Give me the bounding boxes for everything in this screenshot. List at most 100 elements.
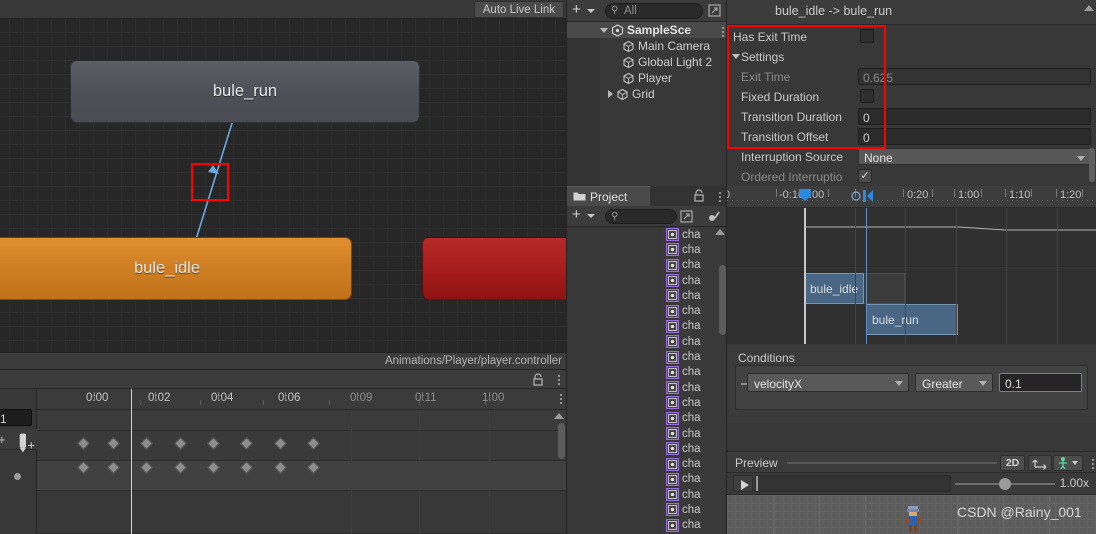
project-asset-item[interactable]: cha: [662, 380, 727, 395]
animation-ruler-menu-icon[interactable]: [560, 392, 562, 406]
inspector-pane: bule_idle -> bule_run Has Exit Time Sett…: [726, 0, 1096, 534]
lock-icon[interactable]: [532, 373, 544, 386]
animation-vertical-scrollbar[interactable]: [558, 423, 565, 459]
animator-graph-canvas[interactable]: bule_run bule_idle Ex: [0, 19, 566, 352]
exit-time-field[interactable]: 0.625: [858, 68, 1091, 85]
create-asset-icon[interactable]: +: [572, 207, 581, 223]
project-asset-item[interactable]: cha: [662, 334, 727, 349]
hierarchy-search-input[interactable]: ⚲ All: [605, 3, 703, 19]
chevron-down-icon[interactable]: [600, 27, 608, 33]
transition-timeline[interactable]: 0 -0:10 :00 0:20 1:00 1:10 1:20: [727, 186, 1096, 344]
project-asset-item[interactable]: cha: [662, 303, 727, 318]
transition-offset-field[interactable]: 0: [858, 128, 1091, 145]
condition-parameter-dropdown[interactable]: velocityX: [747, 373, 909, 392]
transition-timeline-body[interactable]: bule_idle bule_run: [727, 208, 1096, 344]
hierarchy-item-global-light[interactable]: Global Light 2: [567, 54, 727, 70]
project-asset-item[interactable]: cha: [662, 319, 727, 334]
tab-project[interactable]: Project: [567, 186, 650, 206]
ruler-label: 1:10: [1009, 189, 1031, 201]
project-asset-item[interactable]: cha: [662, 395, 727, 410]
timeline-clip-bule-idle-tail[interactable]: [864, 273, 905, 304]
project-asset-list[interactable]: cha cha cha cha cha cha cha cha cha cha cha cha cha c…: [662, 227, 727, 534]
lock-icon[interactable]: [693, 189, 705, 202]
animation-playhead[interactable]: [131, 389, 132, 534]
project-asset-item[interactable]: cha: [662, 288, 727, 303]
animator-toolbar: Auto Live Link: [0, 0, 566, 19]
project-menu-icon[interactable]: [719, 190, 721, 204]
preview-canvas[interactable]: CSDN @Rainy_001: [727, 495, 1096, 534]
project-asset-item[interactable]: cha: [662, 258, 727, 273]
project-asset-label: cha: [682, 412, 701, 425]
preview-pivot-icon[interactable]: [1028, 455, 1052, 471]
animation-menu-icon[interactable]: [558, 373, 560, 387]
state-node-bule-run[interactable]: bule_run: [70, 60, 420, 123]
conditions-title: Conditions: [738, 351, 795, 365]
add-keyframe-icon[interactable]: +: [15, 432, 37, 454]
project-folder-tree[interactable]: [567, 227, 662, 534]
ruler-label: 0:06: [278, 392, 301, 404]
project-asset-item[interactable]: cha: [662, 487, 727, 502]
project-vertical-scrollbar[interactable]: [719, 265, 726, 335]
project-asset-label: cha: [682, 228, 701, 241]
preview-speed-knob[interactable]: [999, 478, 1011, 490]
time-marker-icon[interactable]: [798, 188, 812, 201]
play-button[interactable]: [733, 475, 753, 492]
hierarchy-item-main-camera[interactable]: Main Camera: [567, 38, 727, 54]
property-ordered-interruption[interactable]: Ordered Interruptio ✓: [727, 167, 1096, 187]
sprite-icon: [666, 365, 679, 379]
create-gameobject-icon[interactable]: +: [572, 2, 581, 18]
chevron-down-icon[interactable]: [587, 214, 595, 218]
hierarchy-item-player[interactable]: Player: [567, 70, 727, 86]
chevron-right-icon[interactable]: [608, 90, 613, 98]
project-asset-item[interactable]: cha: [662, 441, 727, 456]
condition-comparison-dropdown[interactable]: Greater: [915, 373, 993, 392]
scroll-up-arrow-icon[interactable]: [1084, 5, 1094, 11]
add-property-icon[interactable]: +: [0, 432, 6, 447]
project-asset-item[interactable]: cha: [662, 242, 727, 257]
animation-ruler[interactable]: 0:00 0:02 0:04 0:06 0:09 0:11 1:00: [37, 389, 566, 410]
expand-window-icon[interactable]: [679, 209, 694, 224]
search-icon: ⚲: [611, 211, 619, 222]
project-asset-item[interactable]: cha: [662, 456, 727, 471]
project-asset-item[interactable]: cha: [662, 349, 727, 364]
transition-markers-icon[interactable]: [851, 189, 875, 203]
project-asset-item[interactable]: cha: [662, 411, 727, 426]
project-asset-item[interactable]: cha: [662, 518, 727, 533]
transition-duration-field[interactable]: 0: [858, 108, 1091, 125]
interruption-source-dropdown[interactable]: None: [858, 148, 1091, 165]
state-node-bule-idle[interactable]: bule_idle: [0, 237, 352, 300]
preview-scrubber-track[interactable]: [755, 475, 951, 492]
preview-2d-toggle[interactable]: 2D: [1000, 455, 1025, 471]
preview-avatar-dropdown[interactable]: [1053, 455, 1083, 471]
transition-ruler[interactable]: 0 -0:10 :00 0:20 1:00 1:10 1:20: [727, 186, 1096, 208]
hierarchy-item-grid[interactable]: Grid: [567, 86, 727, 102]
scene-menu-icon[interactable]: [722, 25, 724, 39]
scroll-up-arrow-icon[interactable]: [715, 229, 725, 235]
ordered-interruption-checkbox[interactable]: ✓: [858, 169, 872, 183]
project-search-input[interactable]: ⚲: [605, 209, 677, 224]
project-asset-item[interactable]: cha: [662, 365, 727, 380]
inspector-vertical-scrollbar[interactable]: [1089, 148, 1095, 182]
timeline-clip-bule-run[interactable]: bule_run: [866, 304, 958, 335]
filter-icon[interactable]: [707, 209, 722, 224]
chevron-down-icon[interactable]: [587, 9, 595, 13]
hierarchy-list[interactable]: SampleSce Main Camera Global Light 2 Pla…: [567, 22, 727, 186]
preview-divider: [787, 462, 997, 464]
state-node-exit[interactable]: Ex: [422, 237, 566, 300]
hierarchy-item-samplescene[interactable]: SampleSce: [567, 22, 727, 38]
scroll-up-arrow-icon[interactable]: [554, 413, 564, 419]
project-asset-item[interactable]: cha: [662, 426, 727, 441]
transition-preview-marker[interactable]: [866, 208, 867, 344]
project-asset-item[interactable]: cha: [662, 273, 727, 288]
property-interruption-source[interactable]: Interruption Source None: [727, 147, 1096, 167]
auto-live-link-button[interactable]: Auto Live Link: [473, 1, 564, 18]
animation-timeline[interactable]: 0:00 0:02 0:04 0:06 0:09 0:11 1:00: [37, 389, 566, 534]
frame-number-field[interactable]: 1: [0, 409, 32, 426]
project-asset-item[interactable]: cha: [662, 502, 727, 517]
preview-menu-icon[interactable]: [1092, 457, 1094, 471]
project-asset-item[interactable]: cha: [662, 472, 727, 487]
project-asset-label: cha: [682, 519, 701, 532]
transition-playhead[interactable]: [804, 208, 806, 344]
expand-window-icon[interactable]: [707, 3, 722, 18]
condition-threshold-input[interactable]: 0.1: [999, 373, 1082, 392]
